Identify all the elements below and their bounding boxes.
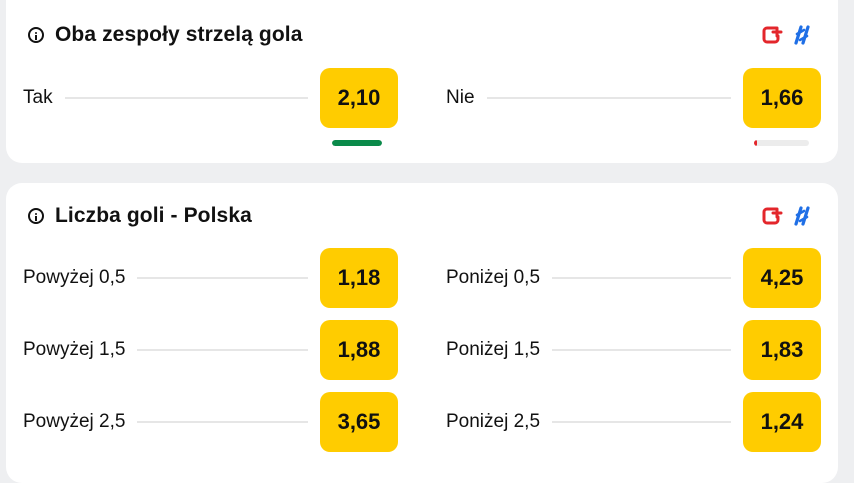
- selection-row-left[interactable]: Powyżej 1,5 1,88: [23, 320, 398, 380]
- market-title: Liczba goli - Polska: [55, 204, 252, 227]
- stats-icon[interactable]: [792, 205, 812, 227]
- leader-line: [552, 349, 731, 351]
- market-card-goals-poland: Liczba goli - Polska Powyżej 0,5 1,18 Po…: [6, 183, 838, 483]
- odds-button[interactable]: 1,88: [320, 320, 398, 380]
- leader-line: [137, 421, 308, 423]
- odds-trend-fill: [332, 140, 382, 146]
- selection-label: Powyżej 0,5: [23, 267, 126, 288]
- market-header: Liczba goli - Polska: [28, 203, 816, 229]
- odds-button[interactable]: 3,65: [320, 392, 398, 452]
- add-to-betslip-icon[interactable]: [761, 24, 783, 46]
- market-title: Oba zespoły strzelą gola: [55, 23, 303, 46]
- market-header: Oba zespoły strzelą gola: [28, 22, 816, 48]
- odds-trend-fill: [754, 140, 758, 146]
- leader-line: [486, 97, 731, 99]
- market-actions: [761, 24, 812, 46]
- selection-label: Powyżej 1,5: [23, 339, 126, 360]
- leader-line: [137, 277, 308, 279]
- odds-button[interactable]: 1,66: [743, 68, 821, 128]
- odds-button[interactable]: 4,25: [743, 248, 821, 308]
- stats-icon[interactable]: [792, 24, 812, 46]
- leader-line: [552, 277, 731, 279]
- odds-button[interactable]: 1,18: [320, 248, 398, 308]
- selection-label: Powyżej 2,5: [23, 411, 126, 432]
- odds-button[interactable]: 2,10: [320, 68, 398, 128]
- selection-row-right[interactable]: Nie 1,66: [446, 68, 821, 128]
- odds-button[interactable]: 1,83: [743, 320, 821, 380]
- leader-line: [552, 421, 731, 423]
- selection-row-right[interactable]: Poniżej 1,5 1,83: [446, 320, 821, 380]
- selection-label: Poniżej 0,5: [446, 267, 541, 288]
- odds-button[interactable]: 1,24: [743, 392, 821, 452]
- market-card-btts: Oba zespoły strzelą gola Tak 2,10 Nie 1,…: [6, 0, 838, 163]
- selection-label: Poniżej 2,5: [446, 411, 541, 432]
- selection-row-left[interactable]: Powyżej 2,5 3,65: [23, 392, 398, 452]
- add-to-betslip-icon[interactable]: [761, 205, 783, 227]
- selection-row-right[interactable]: Poniżej 2,5 1,24: [446, 392, 821, 452]
- info-icon[interactable]: [28, 27, 44, 43]
- selection-label: Nie: [446, 87, 475, 108]
- info-icon[interactable]: [28, 208, 44, 224]
- selection-row-left[interactable]: Tak 2,10: [23, 68, 398, 128]
- selection-row-right[interactable]: Poniżej 0,5 4,25: [446, 248, 821, 308]
- leader-line: [64, 97, 308, 99]
- selection-label: Poniżej 1,5: [446, 339, 541, 360]
- market-actions: [761, 205, 812, 227]
- odds-trend-bar-left: [332, 140, 382, 146]
- odds-trend-bar-right: [754, 140, 809, 146]
- selection-row-left[interactable]: Powyżej 0,5 1,18: [23, 248, 398, 308]
- selection-label: Tak: [23, 87, 53, 108]
- leader-line: [137, 349, 308, 351]
